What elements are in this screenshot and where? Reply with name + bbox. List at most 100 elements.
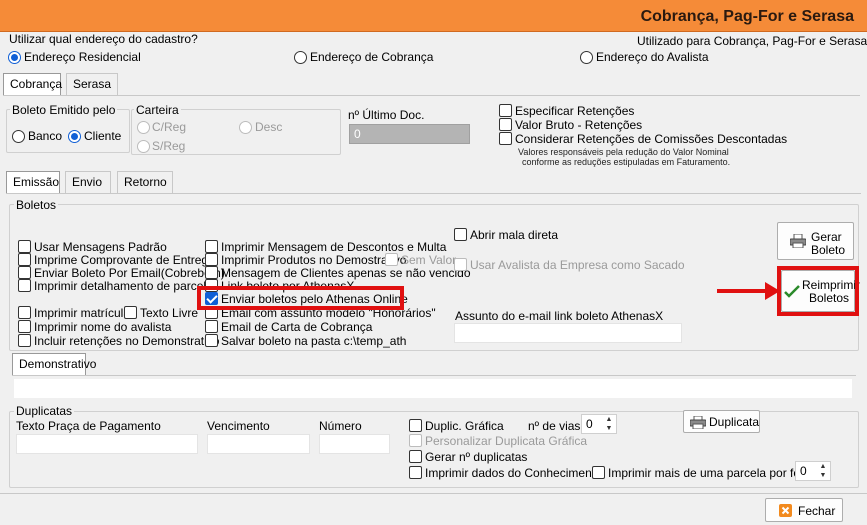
tab-serasa-label: Serasa: [73, 77, 112, 91]
checkbox-usar-mensagens[interactable]: [18, 240, 31, 253]
carteira-title: Carteira: [134, 103, 181, 117]
checkbox-valor-bruto[interactable]: [499, 118, 512, 131]
parcela-down-icon[interactable]: ▼: [817, 471, 829, 480]
tab-emissao-label: Emissão: [13, 175, 60, 189]
radio-label-residencial: Endereço Residencial: [24, 50, 141, 64]
radio-sreg[interactable]: [137, 140, 150, 153]
vias-down-icon[interactable]: ▼: [603, 424, 615, 433]
checkbox-imprimir-produtos[interactable]: [205, 253, 218, 266]
checkbox-texto-livre[interactable]: [124, 306, 137, 319]
duplicatas-title: Duplicatas: [14, 404, 75, 418]
radio-label-desc: Desc: [255, 120, 283, 134]
boletos-title: Boletos: [14, 198, 59, 212]
label-imprimir-dados-conhecimento: Imprimir dados do Conhecimento: [425, 466, 602, 480]
label-considerar-retencoes: Considerar Retenções de Comissões Descon…: [515, 132, 788, 146]
ultimo-doc-value: 0: [354, 127, 361, 141]
checkbox-salvar-boleto[interactable]: [205, 334, 218, 347]
tab-serasa[interactable]: Serasa: [66, 73, 118, 95]
radio-banco[interactable]: [12, 130, 25, 143]
tab-retorno[interactable]: Retorno: [117, 171, 173, 193]
duplicata-button[interactable]: Duplicata: [683, 410, 760, 433]
close-icon: [779, 504, 792, 517]
tab-envio[interactable]: Envio: [65, 171, 111, 193]
checkbox-usar-avalista[interactable]: [454, 258, 467, 271]
vias-label: nº de vias: [528, 419, 581, 433]
checkbox-mensagem-clientes[interactable]: [205, 266, 218, 279]
radio-endereco-residencial[interactable]: [8, 51, 21, 64]
tab-envio-label: Envio: [72, 175, 103, 189]
demonstrativo-field[interactable]: [14, 379, 852, 398]
title-bar: Cobrança, Pag-For e Serasa: [0, 0, 867, 32]
tab-demonstrativo[interactable]: Demonstrativo: [12, 353, 96, 375]
checkbox-sem-valor[interactable]: [385, 253, 398, 266]
label-usar-avalista: Usar Avalista da Empresa como Sacado: [470, 258, 685, 272]
gerar-boleto-button[interactable]: Gerar Boleto: [777, 222, 854, 260]
vias-up-icon[interactable]: ▲: [603, 415, 615, 424]
label-sem-valor: Sem Valor: [401, 253, 457, 267]
radio-label-sreg: S/Reg: [152, 139, 186, 153]
gerar-boleto-label-1: Gerar: [811, 230, 842, 244]
label-mensagem-descontos: Imprimir Mensagem de Descontos e Multa: [221, 240, 447, 254]
checkbox-personalizar-duplicata[interactable]: [409, 434, 422, 447]
checkbox-enviar-email-cobrebem[interactable]: [18, 266, 31, 279]
checkbox-considerar-retencoes[interactable]: [499, 132, 512, 145]
radio-cliente[interactable]: [68, 130, 81, 143]
retencoes-note-1: Valores responsáveis pela redução do Val…: [518, 147, 729, 157]
label-gerar-duplicatas: Gerar nº duplicatas: [425, 450, 528, 464]
demonstrativo-divider: [12, 375, 856, 376]
label-email-carta-cobranca: Email de Carta de Cobrança: [221, 320, 373, 334]
address-note: Utilizado para Cobrança, Pag-For e Seras…: [637, 34, 867, 48]
tab-cobranca-label: Cobrança: [10, 77, 63, 91]
checkbox-incluir-retencoes[interactable]: [18, 334, 31, 347]
radio-desc[interactable]: [239, 121, 252, 134]
highlight-reimprimir: [777, 266, 859, 316]
label-imprimir-produtos: Imprimir Produtos no Demostrativo: [221, 253, 407, 267]
tab-cobranca[interactable]: Cobrança: [3, 73, 63, 95]
label-usar-mensagens: Usar Mensagens Padrão: [34, 240, 167, 254]
highlight-enviar-athenas: [197, 286, 404, 310]
radio-endereco-avalista[interactable]: [580, 51, 593, 64]
assunto-label: Assunto do e-mail link boleto AthenasX: [455, 309, 664, 323]
label-incluir-retencoes: Incluir retenções no Demonstrativo: [34, 334, 220, 348]
tab-demonstrativo-label: Demonstrativo: [19, 357, 97, 371]
fechar-label: Fechar: [798, 504, 836, 518]
checkbox-especificar-retencoes[interactable]: [499, 104, 512, 117]
checkbox-imprimir-dados-conhecimento[interactable]: [409, 466, 422, 479]
boleto-emitido-title: Boleto Emitido pelo: [10, 103, 118, 117]
checkbox-email-carta-cobranca[interactable]: [205, 320, 218, 333]
vias-stepper[interactable]: 0 ▲ ▼: [581, 414, 617, 434]
ultimo-doc-field[interactable]: 0: [349, 124, 470, 144]
ultimo-doc-label: nº Último Doc.: [348, 108, 425, 122]
checkbox-gerar-duplicatas[interactable]: [409, 450, 422, 463]
fechar-button[interactable]: Fechar: [765, 498, 843, 522]
checkbox-abrir-mala-direta[interactable]: [454, 228, 467, 241]
label-abrir-mala-direta: Abrir mala direta: [470, 228, 559, 242]
checkbox-imprimir-mais-parcela[interactable]: [592, 466, 605, 479]
assunto-input[interactable]: [454, 323, 682, 343]
tab-emissao[interactable]: Emissão: [6, 171, 60, 193]
label-detalhamento-parcela: Imprimir detalhamento de parcela: [34, 279, 213, 293]
label-enviar-email-cobrebem: Enviar Boleto Por Email(Cobrebem): [34, 266, 225, 280]
printer-icon: [790, 234, 806, 248]
checkbox-detalhamento-parcela[interactable]: [18, 279, 31, 292]
texto-praca-input[interactable]: [16, 434, 198, 454]
parcela-up-icon[interactable]: ▲: [817, 462, 829, 471]
checkbox-comprovante-entrega[interactable]: [18, 253, 31, 266]
checkbox-imprimir-matricula[interactable]: [18, 306, 31, 319]
parcela-stepper[interactable]: 0 ▲ ▼: [795, 461, 831, 481]
footer-divider: [0, 493, 867, 494]
vencimento-input[interactable]: [207, 434, 310, 454]
vencimento-label: Vencimento: [207, 419, 270, 433]
checkbox-duplic-grafica[interactable]: [409, 419, 422, 432]
checkbox-mensagem-descontos[interactable]: [205, 240, 218, 253]
checkbox-nome-avalista[interactable]: [18, 320, 31, 333]
numero-input[interactable]: [319, 434, 390, 454]
radio-creg[interactable]: [137, 121, 150, 134]
label-salvar-boleto: Salvar boleto na pasta c:\temp_ath: [221, 334, 407, 348]
radio-label-avalista: Endereço do Avalista: [596, 50, 709, 64]
printer-icon: [690, 416, 706, 429]
radio-label-creg: C/Reg: [152, 120, 187, 134]
subtab-divider: [6, 193, 861, 194]
radio-endereco-cobranca[interactable]: [294, 51, 307, 64]
radio-label-cliente: Cliente: [84, 129, 122, 143]
